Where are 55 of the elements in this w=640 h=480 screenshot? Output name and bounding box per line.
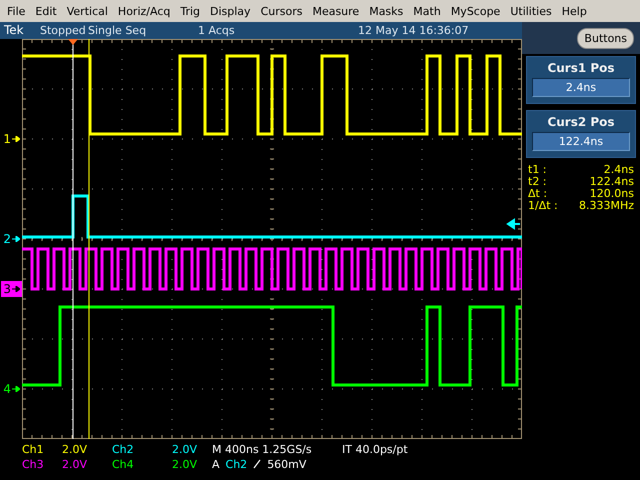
arrow-icon: [12, 236, 20, 242]
sample-interval: IT 40.0ps/pt: [342, 442, 409, 456]
menu-item[interactable]: Help: [556, 4, 592, 18]
buttons-button[interactable]: Buttons: [577, 28, 634, 48]
channel-marker[interactable]: 2: [3, 232, 20, 246]
menu-item[interactable]: Masks: [364, 4, 408, 18]
acquisition-count: 1 Acqs: [198, 24, 236, 37]
rising-edge-icon: [253, 459, 262, 470]
menu-item[interactable]: Measure: [307, 4, 364, 18]
readout-label: 1/Δt :: [528, 200, 559, 212]
readout-label: t2 :: [528, 176, 548, 188]
run-state: Stopped: [40, 24, 87, 37]
horizontal-scale: M 400ns 1.25GS/s: [212, 442, 313, 456]
channel-scale: 2.0V: [172, 458, 198, 471]
readout-value: 8.333MHz: [578, 200, 634, 212]
menu-item[interactable]: Display: [205, 4, 256, 18]
menu-item[interactable]: Horiz/Acq: [112, 4, 176, 18]
menu-item[interactable]: File: [2, 4, 30, 18]
readout-label: t1 :: [528, 164, 548, 176]
trigger-level: 560mV: [267, 458, 306, 471]
acquisition-mode: Single Seq: [88, 24, 148, 37]
readout-label: Δt :: [528, 188, 548, 200]
channel-label: Ch4: [112, 458, 135, 471]
trigger-label: A: [212, 458, 220, 471]
readout-value: 120.0ns: [588, 188, 634, 200]
menu-item[interactable]: Math: [408, 4, 446, 18]
channel-marker[interactable]: 3: [1, 280, 22, 297]
arrow-icon: [12, 386, 20, 392]
cursor-position-field[interactable]: 2.4ns: [532, 78, 630, 97]
date-time: 12 May 14 16:36:07: [358, 24, 469, 37]
menu-item[interactable]: Vertical: [62, 4, 113, 18]
panel-title: Curs2 Pos: [547, 115, 615, 129]
menu-item[interactable]: MyScope: [446, 4, 506, 18]
menu-item[interactable]: Utilities: [505, 4, 557, 18]
menu-item[interactable]: Edit: [30, 4, 62, 18]
channel-scale: 2.0V: [172, 442, 198, 456]
brand-label: Tek: [3, 23, 25, 38]
readout-value: 2.4ns: [602, 164, 634, 176]
trigger-source: Ch2: [226, 458, 248, 471]
cursor-position-field[interactable]: 122.4ns: [532, 132, 630, 151]
panel-title: Curs1 Pos: [547, 61, 615, 75]
readout-value: 122.4ns: [588, 176, 634, 188]
trigger-level-icon: [507, 218, 521, 229]
arrow-icon: [12, 136, 20, 142]
channel-label: Ch2: [112, 442, 135, 456]
channel-scale: 2.0V: [62, 458, 88, 471]
channel-marker[interactable]: 1: [3, 132, 20, 146]
channel-label: Ch1: [22, 442, 45, 456]
arrow-icon: [12, 286, 20, 292]
cursor-line[interactable]: [88, 38, 90, 439]
channel-scale: 2.0V: [62, 442, 88, 456]
menu-item[interactable]: Trig: [175, 4, 206, 18]
channel-label: Ch3: [22, 458, 45, 471]
menu-item[interactable]: Cursors: [256, 4, 308, 18]
channel-marker[interactable]: 4: [3, 382, 20, 396]
